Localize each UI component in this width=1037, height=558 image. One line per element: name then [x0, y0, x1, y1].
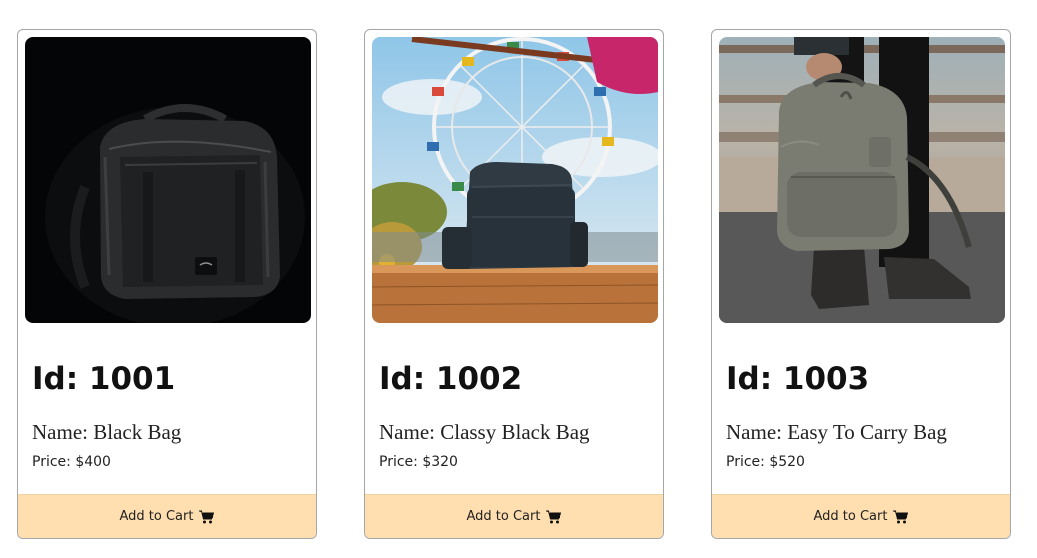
backpack-ferris-wheel-photo — [372, 37, 658, 323]
add-to-cart-label: Add to Cart — [466, 509, 541, 524]
product-name: Name: Easy To Carry Bag — [726, 420, 947, 444]
shopping-cart-icon — [199, 510, 215, 524]
product-name: Name: Black Bag — [32, 420, 182, 444]
product-image — [25, 37, 311, 323]
product-id: Id: 1001 — [32, 361, 176, 397]
product-card: Id: 1001 Name: Black Bag Price: $400 Add… — [17, 29, 317, 539]
shopping-cart-icon — [546, 510, 562, 524]
add-to-cart-button[interactable]: Add to Cart — [365, 494, 663, 538]
product-image — [719, 37, 1005, 323]
product-id: Id: 1002 — [379, 361, 523, 397]
add-to-cart-button[interactable]: Add to Cart — [712, 494, 1010, 538]
product-id: Id: 1003 — [726, 361, 870, 397]
product-price: Price: $320 — [379, 454, 458, 470]
add-to-cart-button[interactable]: Add to Cart — [18, 494, 316, 538]
product-name: Name: Classy Black Bag — [379, 420, 590, 444]
grey-backpack-carried-photo — [719, 37, 1005, 323]
product-card: Id: 1002 Name: Classy Black Bag Price: $… — [364, 29, 664, 539]
black-backpack-photo — [25, 37, 311, 323]
product-image — [372, 37, 658, 323]
add-to-cart-label: Add to Cart — [813, 509, 888, 524]
shopping-cart-icon — [893, 510, 909, 524]
product-price: Price: $400 — [32, 454, 111, 470]
product-card: Id: 1003 Name: Easy To Carry Bag Price: … — [711, 29, 1011, 539]
add-to-cart-label: Add to Cart — [119, 509, 194, 524]
product-price: Price: $520 — [726, 454, 805, 470]
